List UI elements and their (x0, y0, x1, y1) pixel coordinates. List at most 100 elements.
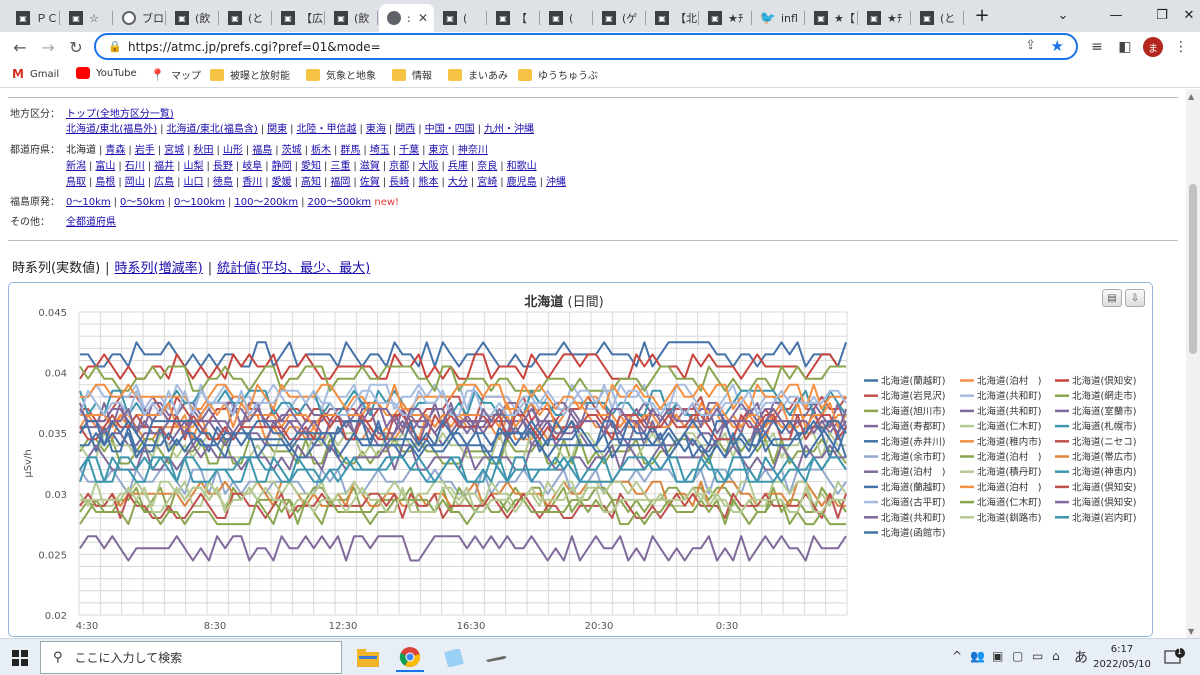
prefecture-link[interactable]: 三重 (330, 161, 350, 172)
prefecture-link[interactable]: 島根 (95, 177, 115, 188)
notification-button[interactable]: 1 (1160, 644, 1188, 672)
tab-timeseries-rate[interactable]: 時系列(増減率) (115, 261, 203, 276)
region-top-link[interactable]: トップ(全地方区分一覧) (66, 109, 174, 120)
prefecture-link[interactable]: 愛媛 (272, 177, 292, 188)
menu-kebab-icon[interactable]: ⋮ (1170, 36, 1192, 58)
legend-item[interactable]: 北海道(共和町) (881, 512, 945, 524)
prefecture-link[interactable]: 福島 (252, 145, 272, 156)
legend-item[interactable]: 北海道(泊村 ) (977, 481, 1041, 493)
prefecture-link[interactable]: 宮城 (164, 145, 184, 156)
side-panel-icon[interactable]: ◧ (1114, 36, 1136, 58)
legend-item[interactable]: 北海道(蘭越町) (881, 481, 945, 493)
legend-item[interactable]: 北海道(倶知安) (1072, 481, 1136, 493)
prefecture-link[interactable]: 鳥取 (66, 177, 86, 188)
prefecture-link[interactable]: 山形 (223, 145, 243, 156)
reading-list-icon[interactable]: ≡ (1086, 36, 1108, 58)
forward-button[interactable]: → (36, 35, 60, 59)
legend-item[interactable]: 北海道(仁木町) (977, 421, 1041, 433)
prefecture-link[interactable]: 大分 (448, 177, 468, 188)
chrome-taskbar-button[interactable] (396, 644, 424, 672)
browser-tab[interactable]: ▣ ★ﾁ (859, 4, 911, 32)
prefecture-link[interactable]: 熊本 (419, 177, 439, 188)
prefecture-link[interactable]: 千葉 (399, 145, 419, 156)
prefecture-link[interactable]: 富山 (95, 161, 115, 172)
legend-item[interactable]: 北海道(旭川市) (881, 405, 945, 417)
region-link[interactable]: 東海 (366, 124, 386, 135)
legend-item[interactable]: 北海道(帯広市) (1072, 451, 1136, 463)
browser-tab[interactable]: ▣ ☆ (61, 4, 113, 32)
network-icon[interactable]: ⌂ (1052, 649, 1060, 663)
legend-item[interactable]: 北海道(札幌市) (1072, 421, 1136, 433)
prefecture-link[interactable]: 鹿児島 (507, 177, 537, 188)
fukushima-distance-link[interactable]: 0～100km (174, 197, 225, 208)
prefecture-link[interactable]: 長崎 (389, 177, 409, 188)
region-link[interactable]: 北陸・甲信越 (296, 124, 356, 135)
browser-tab[interactable]: ▣ ★【 (806, 4, 858, 32)
legend-item[interactable]: 北海道(網走市) (1072, 390, 1136, 402)
browser-tab[interactable]: ▣ (飲 (167, 4, 219, 32)
legend-item[interactable]: 北海道(赤井川) (881, 436, 945, 448)
system-clock[interactable]: 6:17 2022/05/10 (1092, 642, 1152, 672)
chevron-down-button[interactable]: ⌄ (1040, 0, 1086, 30)
prefecture-link[interactable]: 岐阜 (242, 161, 262, 172)
battery-icon[interactable]: ▭ (1032, 649, 1043, 663)
region-link[interactable]: 関西 (395, 124, 415, 135)
tab-statistics[interactable]: 統計値(平均、最少、最大) (217, 261, 370, 276)
prefecture-link[interactable]: 香川 (242, 177, 262, 188)
legend-item[interactable]: 北海道(仁木町) (977, 497, 1041, 509)
bookmark-star-icon[interactable]: ★ (1051, 37, 1064, 55)
prefecture-link[interactable]: 京都 (389, 161, 409, 172)
browser-tab[interactable]: 🐦 infl (753, 4, 805, 32)
tray-overflow-icon[interactable]: ^ (952, 649, 962, 663)
bookmark-item[interactable]: YouTube (76, 67, 137, 79)
legend-item[interactable]: 北海道(寿都町) (881, 421, 945, 433)
scroll-up-icon[interactable]: ▲ (1188, 92, 1194, 101)
legend-item[interactable]: 北海道(室蘭市) (1072, 405, 1136, 417)
address-bar[interactable]: 🔒 https://atmc.jp/prefs.cgi?pref=01&mode… (94, 33, 1078, 60)
legend-item[interactable]: 北海道(岩内町) (1072, 512, 1136, 524)
profile-avatar[interactable]: ま (1143, 37, 1163, 57)
legend-item[interactable]: 北海道(ニセコ) (1072, 436, 1136, 448)
bookmark-item[interactable]: 情報 (392, 67, 432, 82)
prefecture-link[interactable]: 宮崎 (477, 177, 497, 188)
taskbar-search[interactable]: ⚲ ここに入力して検索 (40, 641, 342, 674)
bookmark-item[interactable]: 📍 マップ (150, 67, 201, 83)
browser-tab[interactable]: ▣ 【北 (647, 4, 699, 32)
legend-item[interactable]: 北海道(稚内市) (977, 436, 1041, 448)
tray-app-icon[interactable]: ▣ (992, 649, 1003, 663)
prefecture-link[interactable]: 愛知 (301, 161, 321, 172)
legend-item[interactable]: 北海道(神恵内) (1072, 466, 1136, 478)
legend-item[interactable]: 北海道(釧路市) (977, 512, 1041, 524)
browser-tab[interactable]: ▣ (飲 (326, 4, 378, 32)
legend-item[interactable]: 北海道(余市町) (881, 451, 945, 463)
prefecture-link[interactable]: 滋賀 (360, 161, 380, 172)
prefecture-link[interactable]: 静岡 (272, 161, 292, 172)
browser-tab[interactable]: ▣( (541, 4, 593, 32)
minimize-button[interactable]: — (1093, 0, 1139, 30)
legend-item[interactable]: 北海道(泊村 ) (977, 451, 1041, 463)
browser-tab[interactable]: ▣( (435, 4, 487, 32)
prefecture-link[interactable]: 秋田 (194, 145, 214, 156)
region-link[interactable]: 九州・沖縄 (484, 124, 534, 135)
fukushima-distance-link[interactable]: 100～200km (234, 197, 298, 208)
scroll-down-icon[interactable]: ▼ (1188, 627, 1194, 636)
legend-item[interactable]: 北海道(函館市) (881, 527, 945, 539)
prefecture-link[interactable]: 神奈川 (458, 145, 488, 156)
prefecture-link[interactable]: 大阪 (419, 161, 439, 172)
prefecture-link[interactable]: 茨城 (282, 145, 302, 156)
all-prefs-link[interactable]: 全都道府県 (66, 217, 116, 228)
tab-timeseries-actual[interactable]: 時系列(実数値) (12, 261, 100, 276)
ime-indicator[interactable]: あ (1074, 647, 1088, 667)
browser-tab[interactable]: ▣ ＰＣ (8, 4, 60, 32)
legend-item[interactable]: 北海道(古平町) (881, 497, 945, 509)
prefecture-link[interactable]: 沖縄 (546, 177, 566, 188)
prefecture-link[interactable]: 高知 (301, 177, 321, 188)
url-text[interactable]: https://atmc.jp/prefs.cgi?pref=01&mode= (128, 40, 381, 54)
prefecture-link[interactable]: 兵庫 (448, 161, 468, 172)
prefecture-link[interactable]: 埼玉 (370, 145, 390, 156)
legend-item[interactable]: 北海道(蘭越町) (881, 375, 945, 387)
browser-tab[interactable]: ▣ 【 (488, 4, 540, 32)
bookmark-item[interactable]: 気象と地象 (306, 67, 376, 82)
prefecture-link[interactable]: 山口 (184, 177, 204, 188)
windows-start-button[interactable] (6, 644, 34, 672)
